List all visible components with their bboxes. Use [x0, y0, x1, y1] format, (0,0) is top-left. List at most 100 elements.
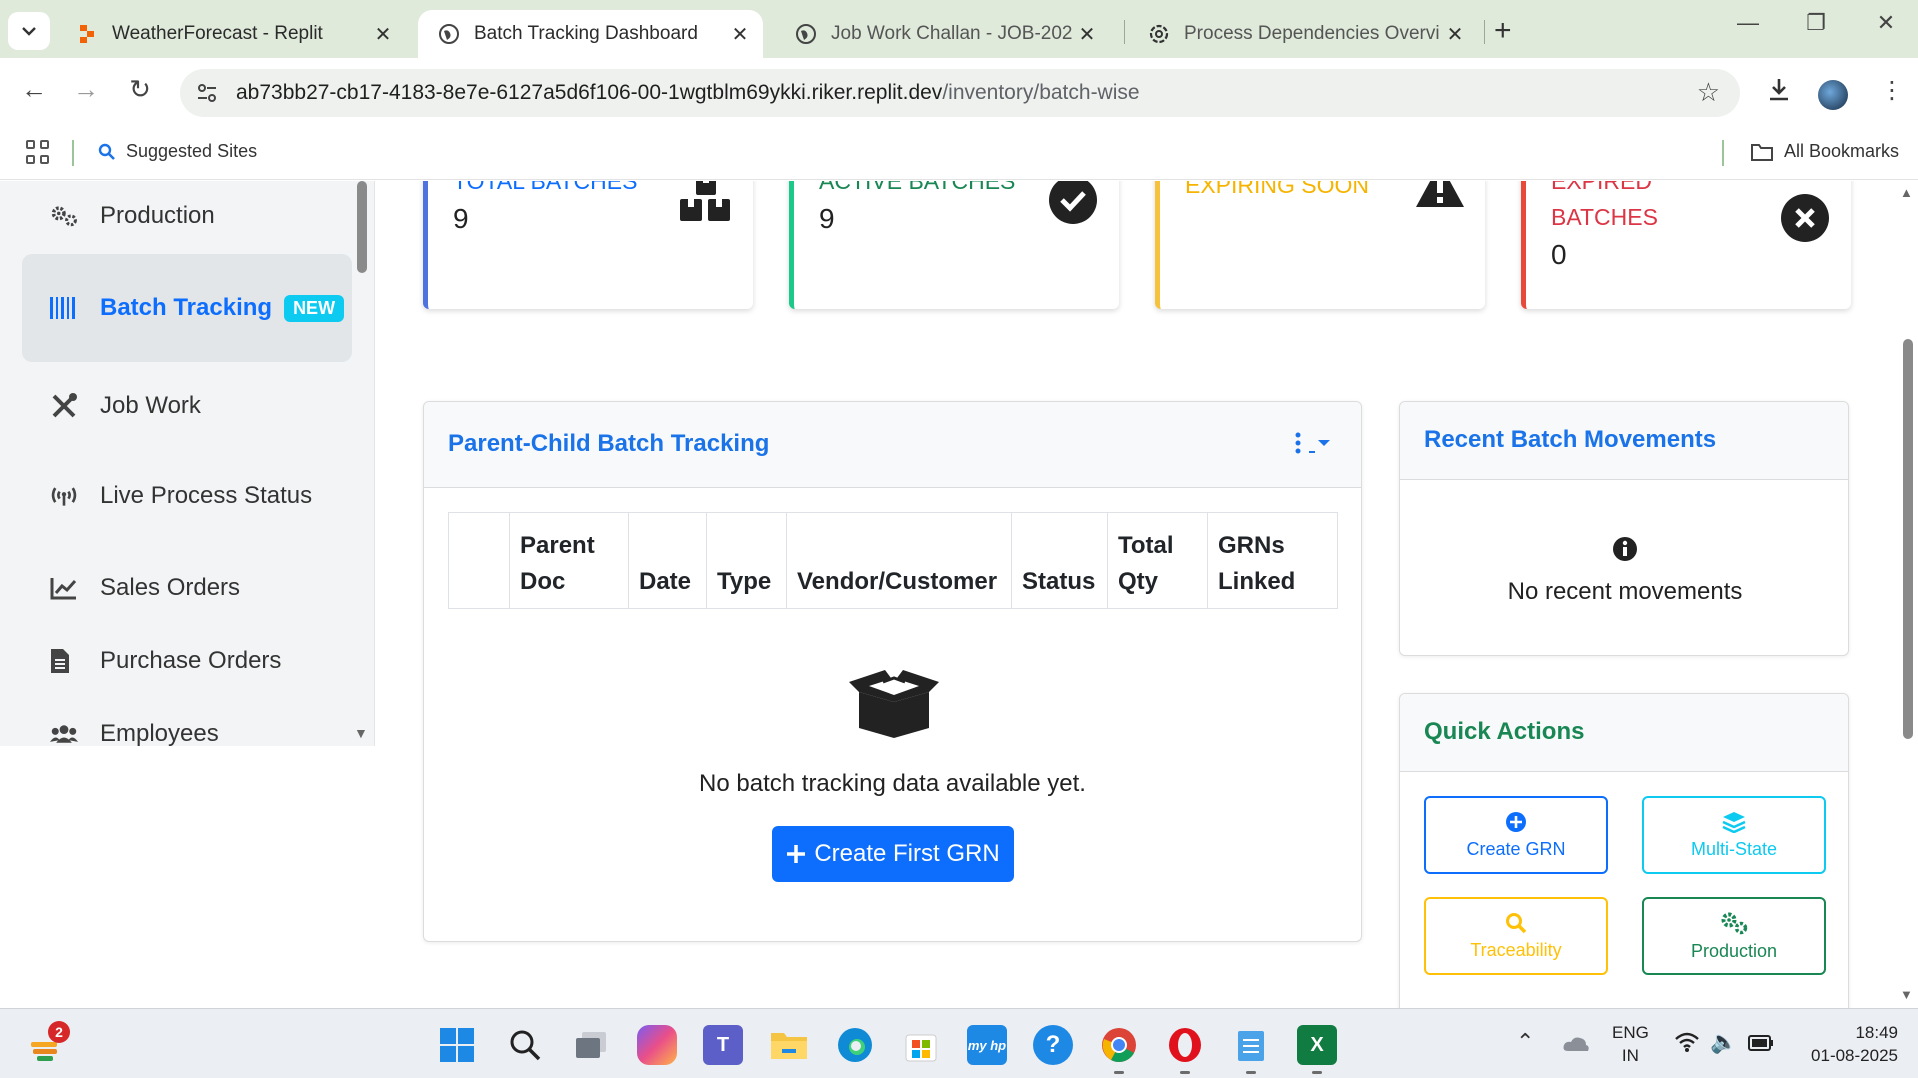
close-icon[interactable]: ✕ [368, 22, 398, 47]
create-grn-button[interactable]: Create GRN [1424, 796, 1608, 874]
new-tab-button[interactable]: + [1494, 14, 1512, 48]
boxes-icon [680, 181, 730, 221]
recent-movements-panel: Recent Batch Movements No recent movemen… [1399, 401, 1849, 656]
page-scroll-up-icon[interactable]: ▲ [1900, 185, 1913, 200]
microsoft-store-icon[interactable] [901, 1025, 941, 1065]
chrome-icon[interactable] [1099, 1025, 1139, 1065]
edge-icon[interactable] [835, 1025, 875, 1065]
column-header[interactable]: Date [628, 512, 707, 609]
copilot-icon[interactable] [637, 1025, 677, 1065]
chart-line-icon [22, 576, 78, 600]
multi-state-button[interactable]: Multi-State [1642, 796, 1826, 874]
stat-card-expired-batches: EXPIRED BATCHES 0 [1521, 181, 1851, 309]
tab-search-button[interactable] [8, 12, 50, 50]
openai-icon [1148, 23, 1170, 45]
sidebar-item-live-process-status[interactable]: Live Process Status [22, 461, 352, 531]
sidebar-item-sales-orders[interactable]: Sales Orders [22, 553, 352, 623]
tab-process-dependencies[interactable]: Process Dependencies Overview ✕ [1128, 10, 1478, 58]
forward-icon[interactable]: → [66, 74, 106, 105]
show-hidden-icons-icon[interactable]: ⌃ [1516, 1029, 1534, 1055]
traceability-button[interactable]: Traceability [1424, 897, 1608, 975]
empty-state-text: No recent movements [1507, 578, 1743, 605]
production-button[interactable]: Production [1642, 897, 1826, 975]
button-label: Create First GRN [814, 840, 1000, 867]
close-icon[interactable]: ✕ [725, 22, 755, 47]
language-indicator[interactable]: ENG IN [1612, 1021, 1649, 1067]
reload-icon[interactable]: ↻ [120, 74, 160, 105]
tab-title: Job Work Challan - JOB-2025-0 [831, 23, 1072, 44]
button-label: Create GRN [1466, 838, 1566, 859]
bookmark-star-icon[interactable]: ☆ [1697, 77, 1720, 108]
sidebar-item-job-work[interactable]: Job Work [22, 371, 352, 441]
sidebar-item-label: Batch Tracking [100, 294, 273, 321]
column-header[interactable]: Total Qty [1107, 512, 1208, 609]
stat-label: TOTAL BATCHES [453, 181, 638, 194]
stat-label-line1: EXPIRED [1551, 181, 1652, 194]
column-header[interactable]: Status [1011, 512, 1108, 609]
replit-icon [76, 23, 98, 45]
tab-batch-tracking[interactable]: Batch Tracking Dashboard ✕ [418, 10, 763, 58]
sidebar-item-production[interactable]: Production [22, 181, 352, 251]
close-icon[interactable]: ✕ [1072, 22, 1102, 47]
wifi-icon[interactable] [1674, 1031, 1700, 1058]
running-indicator [1180, 1071, 1190, 1074]
button-label: Traceability [1470, 939, 1562, 960]
sidebar-item-purchase-orders[interactable]: Purchase Orders [22, 626, 352, 696]
sidebar-item-employees[interactable]: Employees [22, 699, 352, 769]
apps-grid-icon[interactable] [26, 140, 50, 164]
column-header[interactable]: Type [706, 512, 787, 609]
excel-icon[interactable]: X [1297, 1025, 1337, 1065]
restore-icon[interactable]: ❐ [1796, 10, 1836, 36]
create-first-grn-button[interactable]: Create First GRN [772, 826, 1014, 882]
close-icon[interactable]: ✕ [1440, 22, 1470, 47]
back-icon[interactable]: ← [14, 74, 54, 105]
windows-start-icon[interactable] [437, 1025, 477, 1065]
search-icon[interactable] [505, 1025, 545, 1065]
panel-title: Quick Actions [1424, 718, 1585, 745]
myhp-icon[interactable]: my hp [967, 1025, 1007, 1065]
window-close-icon[interactable]: ✕ [1866, 10, 1906, 36]
barcode-icon [22, 297, 78, 319]
column-header[interactable] [448, 512, 510, 609]
more-menu-icon[interactable]: ⋮ [1880, 76, 1904, 105]
panel-menu-button[interactable] [1295, 432, 1331, 454]
tab-job-work-challan[interactable]: Job Work Challan - JOB-2025-0 ✕ [775, 10, 1110, 58]
all-bookmarks-button[interactable]: All Bookmarks [1750, 141, 1899, 162]
tab-title: WeatherForecast - Replit [112, 23, 323, 44]
page-scroll-down-icon[interactable]: ▼ [1900, 987, 1913, 1002]
stat-label: ACTIVE BATCHES [819, 181, 1016, 194]
panel-header: Recent Batch Movements [1400, 402, 1848, 480]
column-header[interactable]: Parent Doc [509, 512, 629, 609]
download-icon[interactable] [1766, 76, 1792, 109]
teams-icon[interactable]: T [703, 1025, 743, 1065]
battery-icon[interactable] [1748, 1035, 1774, 1056]
bookmark-suggested-sites[interactable]: Suggested Sites [98, 141, 257, 162]
volume-icon[interactable]: 🔈 [1710, 1029, 1737, 1055]
globe-icon [438, 23, 460, 45]
profile-avatar[interactable] [1818, 80, 1848, 110]
address-bar[interactable]: ab73bb27-cb17-4183-8e7e-6127a5d6f106-00-… [180, 69, 1740, 117]
vertical-dots-icon [1295, 432, 1301, 454]
running-indicator [1312, 1071, 1322, 1074]
help-icon[interactable]: ? [1033, 1025, 1073, 1065]
sidebar-scrollbar[interactable] [357, 181, 367, 273]
notepad-icon[interactable] [1231, 1025, 1271, 1065]
column-header[interactable]: Vendor/Customer [786, 512, 1012, 609]
page-scrollbar[interactable] [1903, 339, 1913, 739]
tab-title: Process Dependencies Overview [1184, 23, 1440, 44]
task-view-icon[interactable] [571, 1025, 611, 1065]
tools-icon [22, 392, 78, 420]
caret-down-icon [1309, 440, 1330, 453]
url-host: ab73bb27-cb17-4183-8e7e-6127a5d6f106-00-… [236, 81, 943, 104]
minimize-icon[interactable]: — [1728, 10, 1768, 36]
sidebar-scroll-down-icon[interactable]: ▼ [354, 725, 368, 741]
site-info-icon[interactable] [194, 80, 220, 106]
tab-weatherforecast[interactable]: WeatherForecast - Replit ✕ [56, 10, 406, 58]
onedrive-icon[interactable] [1562, 1035, 1590, 1058]
opera-icon[interactable] [1165, 1025, 1205, 1065]
sidebar-item-batch-tracking[interactable]: Batch Tracking NEW [22, 254, 352, 362]
page-content: Production Batch Tracking NEW Job Work L… [0, 181, 1918, 1008]
file-explorer-icon[interactable] [769, 1025, 809, 1065]
clock[interactable]: 18:49 01-08-2025 [1798, 1021, 1898, 1067]
column-header[interactable]: GRNs Linked [1207, 512, 1338, 609]
